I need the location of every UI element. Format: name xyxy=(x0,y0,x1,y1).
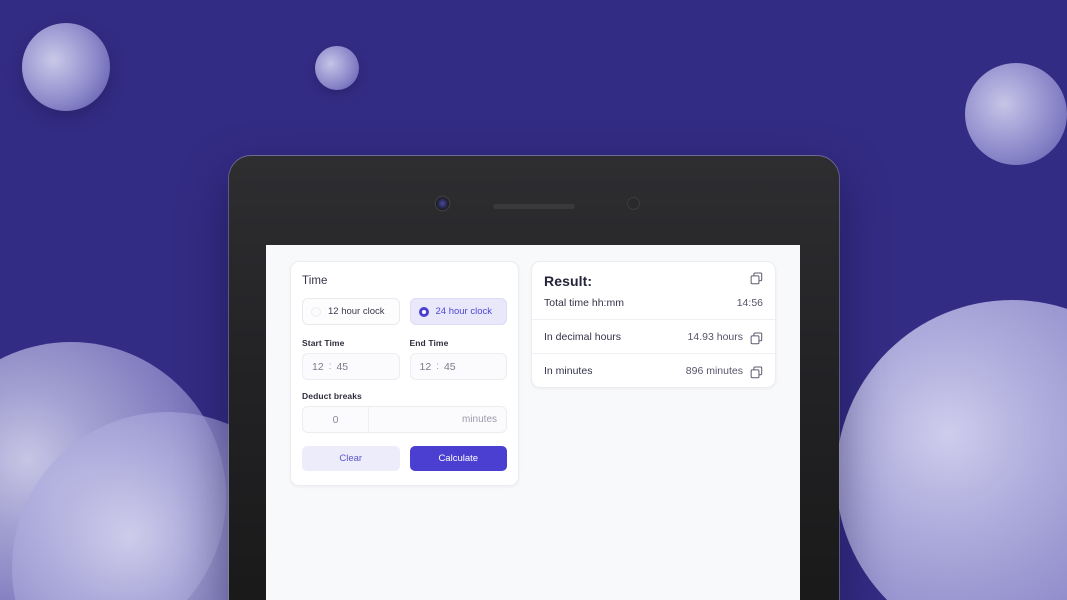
deduct-breaks-label: Deduct breaks xyxy=(302,391,362,401)
end-time-label: End Time xyxy=(409,338,449,348)
form-action-buttons: Clear Calculate xyxy=(302,446,507,471)
decorative-sphere-bottom-right xyxy=(836,300,1067,600)
copy-icon-minutes[interactable] xyxy=(750,366,763,379)
result-value-total-time: 14:56 xyxy=(736,297,763,309)
result-row-decimal-hours: In decimal hours 14.93 hours xyxy=(544,331,763,343)
deduct-breaks-value[interactable]: 0 xyxy=(303,407,369,432)
start-time-separator: : xyxy=(328,361,332,372)
result-value-decimal-hours: 14.93 hours xyxy=(687,331,743,343)
end-time-separator: : xyxy=(436,361,439,372)
speaker-grille-icon xyxy=(493,203,575,209)
calculate-button[interactable]: Calculate xyxy=(409,446,507,471)
radio-option-24-hour-clock[interactable]: 24 hour clock xyxy=(409,298,507,325)
deduct-breaks-group: Deduct breaks 0 minutes xyxy=(302,391,507,433)
decorative-sphere-top-center xyxy=(315,46,359,90)
clock-format-radio-group: 12 hour clock 24 hour clock xyxy=(302,298,507,325)
radio-option-12-hour-clock[interactable]: 12 hour clock xyxy=(302,298,400,325)
copy-icon-total-time[interactable] xyxy=(750,272,763,285)
copy-icon-decimal-hours[interactable] xyxy=(750,332,763,345)
result-label-minutes: In minutes xyxy=(544,365,593,377)
result-card: Result: Total time hh:mm 14:56 In decima… xyxy=(531,261,776,388)
start-time-group: Start Time 12 : 45 xyxy=(302,338,400,380)
deduct-breaks-unit: minutes xyxy=(461,414,497,425)
deduct-breaks-input[interactable]: 0 minutes xyxy=(302,406,507,433)
section-title-time: Time xyxy=(302,275,328,287)
result-block-decimal-hours: In decimal hours 14.93 hours xyxy=(532,319,775,353)
end-time-input[interactable]: 12 : 45 xyxy=(409,353,507,380)
radio-label-24-hour-clock: 24 hour clock xyxy=(435,306,493,317)
result-title: Result: xyxy=(544,273,593,289)
clear-button[interactable]: Clear xyxy=(302,446,400,471)
end-time-minutes[interactable]: 45 xyxy=(444,361,456,373)
start-time-hours[interactable]: 12 xyxy=(312,361,324,373)
tablet-device-frame: Time 12 hour clock 24 hour clock Start T… xyxy=(229,156,839,600)
time-calculator-app: Time 12 hour clock 24 hour clock Start T… xyxy=(290,261,776,486)
decorative-sphere-top-left xyxy=(22,23,110,111)
tablet-top-bezel xyxy=(229,156,839,244)
start-time-input[interactable]: 12 : 45 xyxy=(302,353,400,380)
start-time-minutes[interactable]: 45 xyxy=(336,361,348,373)
tablet-screen: Time 12 hour clock 24 hour clock Start T… xyxy=(266,245,800,600)
sensor-icon xyxy=(628,198,639,209)
start-time-label: Start Time xyxy=(302,338,345,348)
radio-dot-selected-icon xyxy=(418,306,429,317)
radio-label-12-hour-clock: 12 hour clock xyxy=(328,306,385,317)
result-label-total-time: Total time hh:mm xyxy=(544,297,624,309)
result-block-minutes: In minutes 896 minutes xyxy=(532,353,775,387)
time-fields-row: Start Time 12 : 45 End Time 12 : 45 xyxy=(302,338,507,380)
end-time-group: End Time 12 : 45 xyxy=(409,338,507,380)
result-block-total-time: Result: Total time hh:mm 14:56 xyxy=(532,262,775,319)
camera-icon xyxy=(436,197,449,210)
end-time-hours[interactable]: 12 xyxy=(420,361,432,373)
time-input-card: Time 12 hour clock 24 hour clock Start T… xyxy=(290,261,519,486)
decorative-sphere-top-right xyxy=(965,63,1067,165)
result-label-decimal-hours: In decimal hours xyxy=(544,331,622,343)
radio-dot-unselected-icon xyxy=(311,306,321,317)
result-value-minutes: 896 minutes xyxy=(685,365,743,377)
result-row-minutes: In minutes 896 minutes xyxy=(544,365,763,377)
result-row-total-time: Total time hh:mm 14:56 xyxy=(544,297,763,309)
